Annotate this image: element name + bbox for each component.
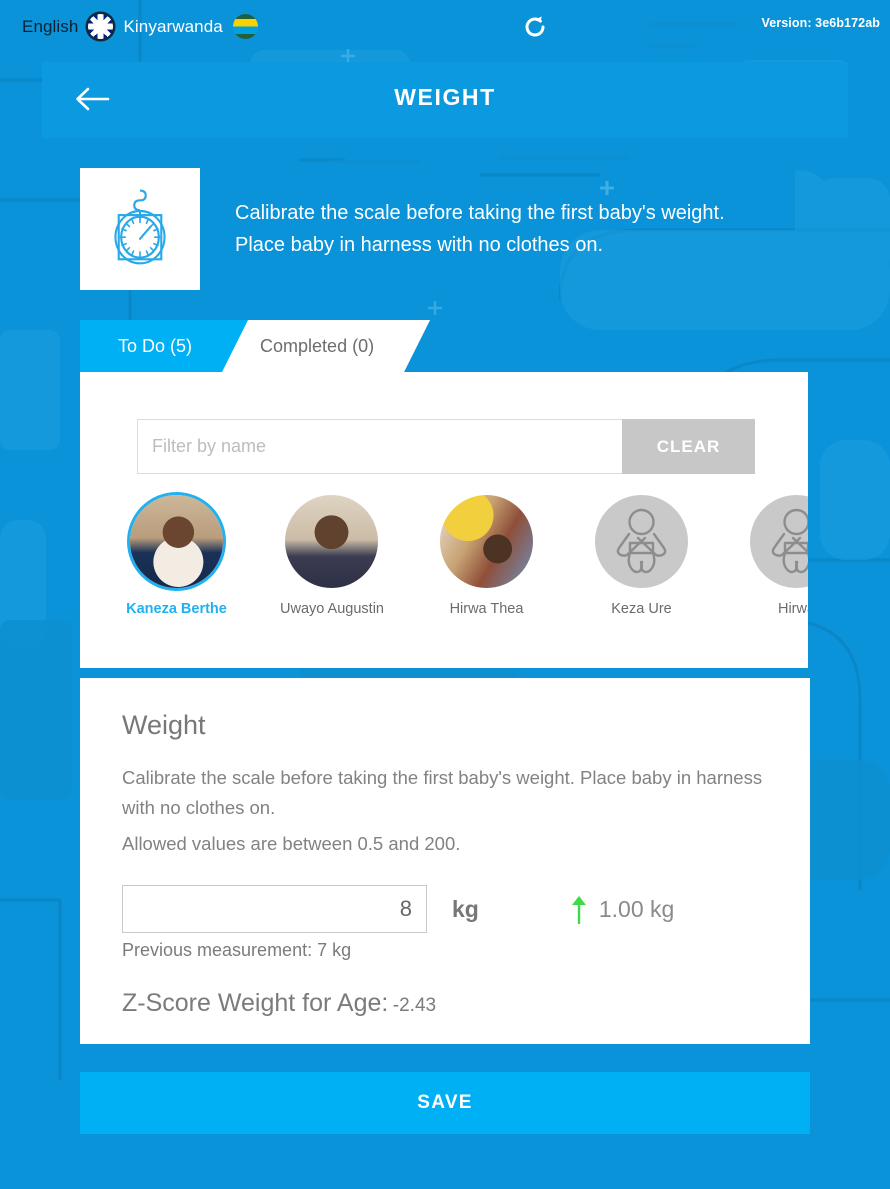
language-label-english[interactable]: English [22, 17, 78, 37]
avatar[interactable] [440, 495, 533, 588]
patient-tabs: To Do (5) Completed (0) [80, 320, 404, 372]
list-item[interactable]: Kaneza Berthe [125, 495, 228, 617]
clear-button[interactable]: CLEAR [622, 419, 755, 474]
unit-label: kg [452, 895, 479, 922]
instruction-text: Calibrate the scale before taking the fi… [235, 197, 725, 261]
refresh-icon[interactable] [521, 13, 549, 41]
filter-row: CLEAR [137, 419, 755, 474]
patient-selection-card: CLEAR Kaneza Berthe Uwayo Augustin Hirwa… [80, 372, 808, 668]
delta-group: 1.00 kg [571, 894, 674, 924]
up-arrow-icon [571, 896, 586, 924]
weight-input[interactable] [122, 885, 427, 933]
avatar[interactable] [285, 495, 378, 588]
instruction-banner: Calibrate the scale before taking the fi… [80, 168, 810, 290]
tab-completed-label: Completed (0) [260, 335, 375, 356]
measurement-row: kg 1.00 kg [122, 885, 768, 933]
version-label: Version: 3e6b172ab [761, 16, 880, 30]
page-title: WEIGHT [394, 84, 496, 110]
patient-name: Keza Ure [611, 601, 672, 617]
form-title: Weight [122, 710, 206, 740]
instruction-line-2: Place baby in harness with no clothes on… [235, 234, 603, 256]
patient-name: Uwayo Augustin [280, 601, 384, 617]
avatar[interactable] [130, 495, 223, 588]
top-language-bar: English Kinyarwanda Version: 3e6b172ab [0, 0, 890, 58]
uk-flag-icon[interactable] [88, 14, 114, 39]
hanging-scale-icon [80, 168, 200, 290]
patient-list[interactable]: Kaneza Berthe Uwayo Augustin Hirwa Thea [125, 495, 808, 617]
save-button[interactable]: SAVE [80, 1072, 810, 1134]
zscore-value: -2.43 [392, 995, 437, 1016]
list-item[interactable]: Hirwa [745, 495, 808, 617]
baby-placeholder-icon [616, 508, 667, 574]
weight-form-card: Weight Calibrate the scale before taking… [80, 678, 810, 1044]
list-item[interactable]: Uwayo Augustin [280, 495, 384, 617]
form-description: Calibrate the scale before taking the fi… [122, 767, 763, 818]
delta-value: 1.00 kg [598, 895, 675, 922]
patient-name: Hirwa Thea [449, 601, 524, 617]
tab-todo[interactable]: To Do (5) [80, 320, 248, 372]
language-selector[interactable]: English Kinyarwanda [22, 14, 258, 39]
page-header: WEIGHT [42, 62, 848, 138]
zscore-row: Z-Score Weight for Age: -2.43 [122, 989, 768, 1018]
patient-name: Hirwa [777, 601, 808, 617]
tab-completed[interactable]: Completed (0) [222, 320, 430, 372]
search-input[interactable] [137, 419, 622, 474]
list-item[interactable]: Hirwa Thea [435, 495, 538, 617]
patient-name: Kaneza Berthe [126, 601, 227, 617]
baby-placeholder-icon [771, 508, 808, 574]
instruction-line-1: Calibrate the scale before taking the fi… [235, 202, 725, 224]
language-label-kinyarwanda[interactable]: Kinyarwanda [123, 17, 222, 37]
zscore-label: Z-Score Weight for Age: [122, 989, 389, 1017]
avatar[interactable] [595, 495, 688, 588]
allowed-values-text: Allowed values are between 0.5 and 200. [122, 833, 461, 854]
rwanda-flag-icon[interactable] [232, 14, 258, 39]
list-item[interactable]: Keza Ure [590, 495, 693, 617]
tab-todo-label: To Do (5) [118, 335, 193, 356]
previous-measurement: Previous measurement: 7 kg [122, 940, 352, 960]
avatar[interactable] [750, 495, 808, 588]
